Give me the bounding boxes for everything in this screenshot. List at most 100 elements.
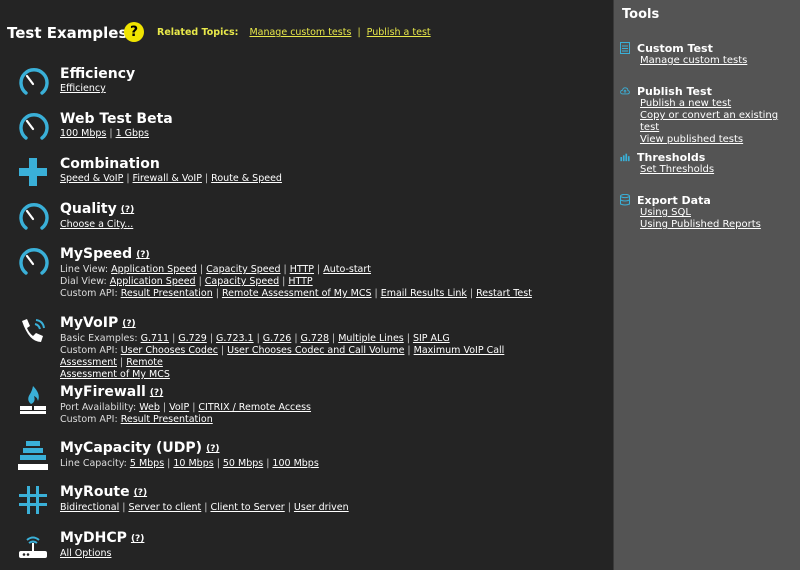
link-result-presentation[interactable]: Result Presentation [121,414,213,425]
link-g728[interactable]: G.728 [301,333,330,344]
test-title: Efficiency [60,66,136,82]
link-10-mbps[interactable]: 10 Mbps [173,458,213,469]
page-title: Test Examples [7,24,128,42]
link-sip-alg[interactable]: SIP ALG [413,333,450,344]
link-auto-start[interactable]: Auto-start [323,264,371,275]
test-title: MySpeed [60,246,133,262]
link-bidirectional[interactable]: Bidirectional [60,502,119,513]
link-remote-assessment-cont[interactable]: Assessment of My MCS [60,369,170,380]
tools-group-title: Custom Test [637,41,713,55]
link-g711[interactable]: G.711 [141,333,170,344]
link-web[interactable]: Web [139,402,160,413]
test-title: Web Test Beta [60,111,173,127]
tools-link-using-sql[interactable]: Using SQL [640,207,798,219]
plus-icon [19,158,47,186]
tools-group-thresholds: Thresholds Set Thresholds [620,150,798,176]
test-title: Quality [60,201,117,217]
link-100-mbps[interactable]: 100 Mbps [272,458,318,469]
tools-link-using-published-reports[interactable]: Using Published Reports [640,219,798,231]
link-choose-city[interactable]: Choose a City... [60,219,133,230]
tools-group-publish-test: Publish Test Publish a new test Copy or … [620,84,798,146]
tools-link-publish-new-test[interactable]: Publish a new test [640,98,798,110]
link-application-speed[interactable]: Application Speed [111,264,197,275]
gauge-icon [19,203,49,230]
database-icon [620,194,630,206]
router-icon [19,536,47,558]
gauge-icon [19,248,49,275]
bar-chart-icon [620,153,630,162]
line-view-label: Line View: [60,264,109,275]
link-50-mbps[interactable]: 50 Mbps [223,458,263,469]
help-icon[interactable]: ? [124,22,144,42]
test-title: MyFirewall [60,384,146,400]
tools-group-title: Publish Test [637,84,712,98]
line-capacity-label: Line Capacity: [60,458,127,469]
link-server-to-client[interactable]: Server to client [128,502,201,513]
main-panel: Test Examples ? Related Topics: Manage c… [0,0,613,570]
sidebar-title: Tools [622,7,660,22]
tools-group-export-data: Export Data Using SQL Using Published Re… [620,193,798,231]
link-multiple-lines[interactable]: Multiple Lines [338,333,404,344]
route-icon [19,486,47,514]
test-title: Combination [60,156,160,172]
link-1-gbps[interactable]: 1 Gbps [116,128,149,139]
link-citrix[interactable]: CITRIX / Remote Access [198,402,311,413]
link-100-mbps[interactable]: 100 Mbps [60,128,106,139]
dial-view-label: Dial View: [60,276,107,287]
test-title: MyDHCP [60,530,127,546]
help-link[interactable]: (?) [150,388,163,398]
link-user-driven[interactable]: User driven [294,502,349,513]
related-topics-label: Related Topics: [157,27,239,38]
custom-api-label: Custom API: [60,288,118,299]
help-link[interactable]: (?) [206,444,219,454]
related-link-manage-custom-tests[interactable]: Manage custom tests [249,27,351,38]
link-efficiency[interactable]: Efficiency [60,83,106,94]
related-topics: Related Topics: Manage custom tests | Pu… [157,27,431,38]
link-g7231[interactable]: G.723.1 [216,333,254,344]
link-restart-test[interactable]: Restart Test [476,288,532,299]
help-link[interactable]: (?) [122,319,135,329]
link-remote-assessment[interactable]: Remote [126,357,163,368]
link-http[interactable]: HTTP [290,264,314,275]
link-g729[interactable]: G.729 [178,333,207,344]
link-capacity-speed[interactable]: Capacity Speed [206,264,280,275]
custom-api-label: Custom API: [60,345,118,356]
tools-group-title: Thresholds [637,150,706,164]
document-icon [620,42,630,54]
related-link-publish-test[interactable]: Publish a test [367,27,431,38]
link-result-presentation[interactable]: Result Presentation [121,288,213,299]
link-email-results[interactable]: Email Results Link [381,288,467,299]
link-user-chooses-codec[interactable]: User Chooses Codec [121,345,218,356]
phone-icon [22,319,45,342]
link-application-speed[interactable]: Application Speed [110,276,196,287]
link-firewall-voip[interactable]: Firewall & VoIP [133,173,202,184]
tools-group-custom-test: Custom Test Manage custom tests [620,41,798,67]
link-capacity-speed[interactable]: Capacity Speed [205,276,279,287]
custom-api-label: Custom API: [60,414,118,425]
tools-sidebar: Tools Custom Test Manage custom tests Pu… [613,0,800,570]
link-voip[interactable]: VoIP [169,402,189,413]
cloud-upload-icon [620,87,630,95]
link-remote-assessment[interactable]: Remote Assessment of My MCS [222,288,372,299]
help-link[interactable]: (?) [136,250,149,260]
link-all-options[interactable]: All Options [60,548,111,559]
header: Test Examples [7,22,127,44]
link-g726[interactable]: G.726 [263,333,292,344]
test-title: MyCapacity (UDP) [60,440,203,456]
link-client-to-server[interactable]: Client to Server [210,502,284,513]
link-5-mbps[interactable]: 5 Mbps [130,458,164,469]
link-codec-call-volume[interactable]: User Chooses Codec and Call Volume [227,345,404,356]
link-route-speed[interactable]: Route & Speed [211,173,282,184]
link-speed-voip[interactable]: Speed & VoIP [60,173,123,184]
link-http[interactable]: HTTP [288,276,312,287]
tools-link-set-thresholds[interactable]: Set Thresholds [640,164,798,176]
help-link[interactable]: (?) [121,205,134,215]
help-link[interactable]: (?) [134,488,147,498]
tools-link-view-published-tests[interactable]: View published tests [640,134,798,146]
tools-link-manage-custom-tests[interactable]: Manage custom tests [640,55,798,67]
tools-link-copy-convert-test[interactable]: Copy or convert an existing test [640,110,798,134]
help-link[interactable]: (?) [131,534,144,544]
test-title: MyRoute [60,484,130,500]
test-title: MyVoIP [60,315,119,331]
firewall-icon [20,386,46,414]
